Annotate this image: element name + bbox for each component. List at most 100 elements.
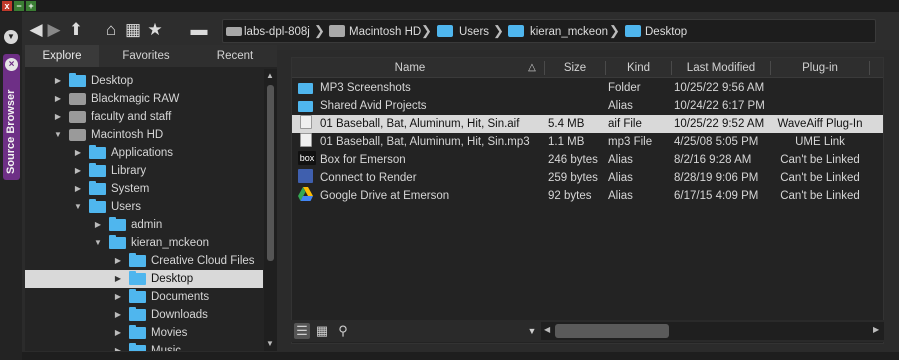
file-row[interactable]: 01 Baseball, Bat, Aluminum, Hit, Sin.aif…: [292, 115, 883, 133]
drive-icon: [69, 111, 86, 123]
column-plug-in[interactable]: Plug-in: [771, 58, 869, 78]
audio-file-icon: [300, 115, 312, 129]
search-icon[interactable]: ⚲: [335, 323, 351, 339]
file-name: MP3 Screenshots: [320, 82, 411, 94]
file-name: Google Drive at Emerson: [320, 190, 450, 202]
file-row[interactable]: MP3 Screenshots Folder 10/25/22 9:56 AM: [292, 79, 883, 97]
tree-item[interactable]: ▶ Downloads: [25, 306, 263, 324]
computer-icon[interactable]: ▦: [123, 20, 143, 40]
disclosure-closed-icon[interactable]: ▶: [113, 288, 123, 306]
disclosure-closed-icon[interactable]: ▶: [93, 216, 103, 234]
window-close-button[interactable]: x: [2, 1, 12, 11]
breadcrumb: labs-dpl-808j ❯ Macintosh HD ❯ Users ❯ k…: [222, 19, 876, 43]
tree-item[interactable]: ▶ Library: [25, 162, 263, 180]
status-bar: [22, 352, 899, 360]
tree-item[interactable]: ▼ kieran_mckeon: [25, 234, 263, 252]
tree-item-label: Macintosh HD: [91, 129, 164, 141]
disclosure-closed-icon[interactable]: ▶: [113, 270, 123, 288]
file-row[interactable]: Shared Avid Projects Alias 10/24/22 6:17 P…: [292, 97, 883, 115]
tree-scrollbar[interactable]: ▲ ▼: [264, 69, 277, 351]
tree-item[interactable]: ▶ Music: [25, 342, 263, 351]
tree-item[interactable]: ▼ Users: [25, 198, 263, 216]
file-row[interactable]: box Box for Emerson 246 bytes Alias 8/2/16 9…: [292, 151, 883, 169]
up-icon[interactable]: ⬆: [66, 20, 86, 40]
horizontal-scroll-thumb[interactable]: [555, 324, 669, 338]
tree-item-label: faculty and staff: [91, 111, 172, 123]
column-divider: [869, 61, 870, 75]
breadcrumb-item-kieran-mckeon[interactable]: kieran_mckeon: [530, 24, 608, 40]
breadcrumb-item-macintosh-hd[interactable]: Macintosh HD: [349, 24, 421, 40]
disclosure-open-icon[interactable]: ▼: [93, 234, 103, 252]
list-view-icon[interactable]: ☰: [294, 323, 310, 339]
tree-item[interactable]: ▶ System: [25, 180, 263, 198]
disclosure-closed-icon[interactable]: ▶: [113, 324, 123, 342]
scroll-left-icon[interactable]: ◀: [544, 325, 550, 334]
disclosure-closed-icon[interactable]: ▶: [73, 144, 83, 162]
file-name: Shared Avid Projects: [320, 100, 427, 112]
sort-ascending-icon[interactable]: △: [524, 58, 540, 78]
tree-item[interactable]: ▶ Desktop: [25, 270, 263, 288]
file-modified: 8/2/16 9:28 AM: [674, 154, 752, 166]
scroll-down-icon[interactable]: ▼: [266, 339, 274, 348]
tree-item[interactable]: ▶ Movies: [25, 324, 263, 342]
tree-item[interactable]: ▼ Macintosh HD: [25, 126, 263, 144]
breadcrumb-item-labs-dpl-808j[interactable]: labs-dpl-808j: [244, 24, 310, 40]
drive-icon[interactable]: ▬: [189, 20, 209, 40]
column-size[interactable]: Size: [545, 58, 605, 78]
disclosure-closed-icon[interactable]: ▶: [73, 162, 83, 180]
disclosure-open-icon[interactable]: ▼: [73, 198, 83, 216]
window-minimize-button[interactable]: −: [14, 1, 24, 11]
tab-explore[interactable]: Explore: [25, 45, 99, 67]
disclosure-closed-icon[interactable]: ▶: [113, 306, 123, 324]
forward-icon[interactable]: ▶: [44, 20, 64, 40]
file-kind: Alias: [608, 172, 633, 184]
source-browser-tab[interactable]: × Source Browser: [3, 54, 20, 180]
tree-item[interactable]: ▶ Desktop: [25, 72, 263, 90]
file-modified: 8/28/19 9:06 PM: [674, 172, 759, 184]
render-folder-icon: [298, 169, 313, 183]
column-name[interactable]: Name: [292, 58, 528, 78]
tree-item[interactable]: ▶ Blackmagic RAW: [25, 90, 263, 108]
disclosure-closed-icon[interactable]: ▶: [73, 180, 83, 198]
tree-item-label: System: [111, 183, 150, 195]
file-name: Connect to Render: [320, 172, 417, 184]
drive-icon: [69, 93, 86, 105]
disclosure-closed-icon[interactable]: ▶: [53, 108, 63, 126]
scroll-right-icon[interactable]: ▶: [873, 325, 879, 334]
tree-item[interactable]: ▶ admin: [25, 216, 263, 234]
tab-recent[interactable]: Recent: [193, 45, 277, 67]
tab-favorites[interactable]: Favorites: [99, 45, 193, 67]
breadcrumb-item-users[interactable]: Users: [459, 24, 489, 40]
file-row[interactable]: Connect to Render 259 bytes Alias 8/28/19 9…: [292, 169, 883, 187]
column-kind[interactable]: Kind: [606, 58, 671, 78]
tree-scroll-thumb[interactable]: [267, 85, 274, 261]
horizontal-scrollbar[interactable]: ◀ ▶: [541, 322, 884, 340]
file-row[interactable]: 01 Baseball, Bat, Aluminum, Hit, Sin.mp3…: [292, 133, 883, 151]
disclosure-closed-icon[interactable]: ▶: [53, 72, 63, 90]
file-row[interactable]: Google Drive at Emerson 92 bytes Alias 6/17…: [292, 187, 883, 205]
file-plugin: WaveAiff Plug-In: [777, 118, 863, 130]
tree-item-label: Downloads: [151, 309, 208, 321]
disclosure-closed-icon[interactable]: ▶: [53, 90, 63, 108]
disclosure-closed-icon[interactable]: ▶: [113, 252, 123, 270]
window-maximize-button[interactable]: +: [26, 1, 36, 11]
disclosure-open-icon[interactable]: ▼: [53, 126, 63, 144]
desktop-folder-icon: [625, 25, 641, 37]
column-last-modified[interactable]: Last Modified: [672, 58, 770, 78]
disclosure-closed-icon[interactable]: ▶: [113, 342, 123, 351]
tree-item[interactable]: ▶ Creative Cloud Files: [25, 252, 263, 270]
star-icon[interactable]: ★: [145, 20, 165, 40]
home-icon[interactable]: ⌂: [101, 20, 121, 40]
back-icon[interactable]: ◀: [26, 20, 46, 40]
breadcrumb-item-desktop[interactable]: Desktop: [645, 24, 687, 40]
scroll-up-icon[interactable]: ▲: [266, 71, 274, 80]
home-folder-icon: [508, 25, 524, 37]
tree-item[interactable]: ▶ Applications: [25, 144, 263, 162]
panel-menu-icon[interactable]: ▼: [4, 30, 18, 44]
tree-item[interactable]: ▶ Documents: [25, 288, 263, 306]
tree-item[interactable]: ▶ faculty and staff: [25, 108, 263, 126]
file-list-header: Name △ Size Kind Last Modified Plug-in: [292, 58, 883, 78]
search-dropdown-icon[interactable]: ▼: [524, 323, 540, 339]
file-modified: 10/25/22 9:56 AM: [674, 82, 765, 94]
grid-view-icon[interactable]: ▦: [314, 323, 330, 339]
